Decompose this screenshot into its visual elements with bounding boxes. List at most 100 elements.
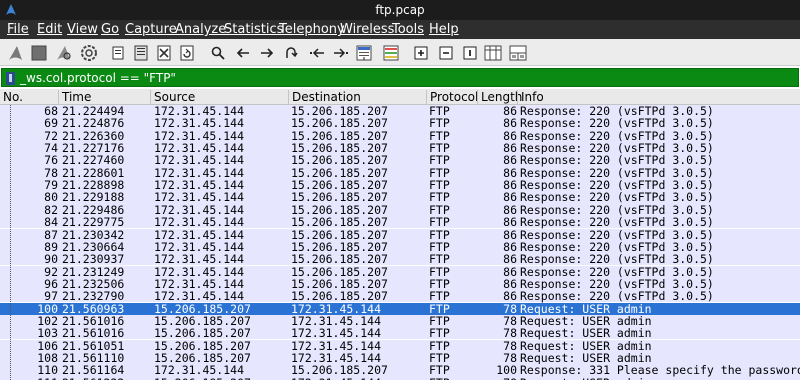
bookmark-icon[interactable] (6, 72, 15, 85)
shark-fin-restart-icon[interactable] (53, 42, 74, 63)
packet-number: 69 (44, 116, 58, 131)
column-header-no[interactable]: No. (0, 90, 58, 104)
menu-go[interactable]: Go (101, 22, 119, 37)
menu-help[interactable]: Help (429, 22, 459, 37)
autoscroll-icon[interactable] (353, 42, 374, 63)
zoom-out-icon[interactable] (435, 42, 456, 63)
table-row[interactable]: 110 21.561164 172.31.45.144 15.206.185.207 F… (0, 363, 800, 378)
display-filter-input[interactable]: _ws.col.protocol == "FTP" (1, 68, 799, 87)
packet-source: 172.31.45.144 (154, 116, 245, 131)
packet-source: 15.206.185.207 (154, 326, 251, 341)
packet-list[interactable]: 68 21.224494 172.31.45.144 15.206.185.207 FT… (0, 105, 800, 380)
table-row[interactable]: 90 21.230937 172.31.45.144 15.206.185.207 FT… (0, 252, 800, 267)
packet-destination: 15.206.185.207 (291, 178, 388, 193)
gear-options-icon[interactable] (78, 42, 99, 63)
table-row[interactable]: 96 21.232506 172.31.45.144 15.206.185.207 FT… (0, 276, 800, 291)
packet-length: 86 (503, 153, 517, 168)
last-packet-icon[interactable] (330, 42, 351, 63)
main-toolbar (0, 39, 800, 66)
table-row[interactable]: 102 21.561016 15.206.185.207 172.31.45.144 F… (0, 314, 800, 328)
packet-time: 21.231249 (62, 264, 125, 279)
packet-time: 21.229188 (62, 190, 125, 205)
packet-protocol: FTP (429, 128, 450, 143)
packet-length: 86 (503, 252, 517, 267)
menu-tools[interactable]: Tools (392, 22, 424, 37)
table-row[interactable]: 72 21.226360 172.31.45.144 15.206.185.207 FT… (0, 128, 800, 143)
jump-to-icon[interactable] (280, 42, 301, 63)
column-header-protocol[interactable]: Protocol (426, 90, 478, 104)
column-header-destination[interactable]: Destination (288, 90, 426, 104)
table-row[interactable]: 92 21.231249 172.31.45.144 15.206.185.207 FT… (0, 264, 800, 279)
packet-number: 110 (37, 363, 58, 378)
packet-source: 172.31.45.144 (154, 289, 245, 304)
table-row[interactable]: 106 21.561051 15.206.185.207 172.31.45.144 F… (0, 338, 800, 353)
table-row-selected[interactable]: 100 21.560963 15.206.185.207 172.31.45.144 F… (0, 301, 800, 316)
menu-statistics[interactable]: Statistics (224, 22, 283, 37)
display-filter-bar: _ws.col.protocol == "FTP" (0, 67, 800, 88)
table-row[interactable]: 97 21.232790 172.31.45.144 15.206.185.207 FT… (0, 289, 800, 304)
save-file-icon[interactable] (130, 42, 151, 63)
stop-square-icon[interactable] (28, 42, 49, 63)
packet-protocol: FTP (429, 289, 450, 304)
menu-file[interactable]: File (7, 22, 29, 37)
column-header-source[interactable]: Source (150, 90, 288, 104)
packet-source: 172.31.45.144 (154, 141, 245, 156)
reload-icon[interactable] (176, 42, 197, 63)
column-header-time[interactable]: Time (58, 90, 150, 104)
packet-number: 96 (44, 276, 58, 291)
packet-protocol: FTP (429, 227, 450, 242)
table-row[interactable]: 69 21.224876 172.31.45.144 15.206.185.207 FT… (0, 116, 800, 131)
packet-protocol: FTP (429, 252, 450, 267)
column-header-length[interactable]: Length (477, 90, 522, 104)
normal-size-icon[interactable] (459, 42, 480, 63)
column-header-info[interactable]: Info (517, 90, 800, 104)
menu-wireless[interactable]: Wireless (340, 22, 394, 37)
packet-source: 172.31.45.144 (154, 105, 245, 118)
packet-info: Request: USER admin (520, 338, 652, 353)
packet-info: Response: 220 (vsFTPd 3.0.5) (520, 116, 714, 131)
menu-analyze[interactable]: Analyze (175, 22, 226, 37)
first-packet-icon[interactable] (306, 42, 327, 63)
packet-length: 78 (503, 338, 517, 353)
open-file-icon[interactable] (107, 42, 128, 63)
packet-protocol: FTP (429, 202, 450, 217)
packet-length: 86 (503, 215, 517, 230)
packet-info: Response: 220 (vsFTPd 3.0.5) (520, 227, 714, 242)
menu-telephony[interactable]: Telephony (279, 22, 345, 37)
packet-length: 86 (503, 264, 517, 279)
packet-source: 15.206.185.207 (154, 351, 251, 365)
shark-fin-start-icon[interactable] (5, 42, 26, 63)
packet-protocol: FTP (429, 351, 450, 365)
layout-icon[interactable] (507, 42, 528, 63)
menu-view[interactable]: View (67, 22, 98, 37)
arrow-left-icon[interactable] (232, 42, 253, 63)
arrow-right-icon[interactable] (256, 42, 277, 63)
menu-edit[interactable]: Edit (37, 22, 62, 37)
packet-source: 172.31.45.144 (154, 190, 245, 205)
packet-number: 97 (44, 289, 58, 304)
resize-columns-icon[interactable] (482, 42, 503, 63)
zoom-in-icon[interactable] (410, 42, 431, 63)
close-file-icon[interactable] (153, 42, 174, 63)
table-row[interactable]: 87 21.230342 172.31.45.144 15.206.185.207 FT… (0, 227, 800, 242)
menu-capture[interactable]: Capture (125, 22, 177, 37)
search-icon[interactable] (207, 42, 228, 63)
packet-length: 86 (503, 227, 517, 242)
table-row[interactable]: 84 21.229775 172.31.45.144 15.206.185.207 FT… (0, 215, 800, 230)
packet-info: Response: 220 (vsFTPd 3.0.5) (520, 252, 714, 267)
packet-length: 86 (503, 116, 517, 131)
table-row[interactable]: 103 21.561016 15.206.185.207 172.31.45.144 F… (0, 326, 800, 341)
packet-time: 21.228898 (62, 178, 125, 193)
packet-info: Response: 220 (vsFTPd 3.0.5) (520, 178, 714, 193)
packet-info: Response: 220 (vsFTPd 3.0.5) (520, 141, 714, 156)
packet-destination: 15.206.185.207 (291, 363, 388, 378)
packet-destination: 172.31.45.144 (291, 301, 382, 316)
packet-time: 21.230342 (62, 227, 125, 242)
table-row[interactable]: 76 21.227460 172.31.45.144 15.206.185.207 FT… (0, 153, 800, 168)
packet-time: 21.232506 (62, 276, 125, 291)
packet-list-header: No. Time Source Destination Protocol Len… (0, 89, 800, 105)
colorize-icon[interactable] (380, 42, 401, 63)
packet-info: Response: 331 Please specify the passwor… (520, 363, 800, 378)
packet-length: 86 (503, 178, 517, 193)
table-row[interactable]: 80 21.229188 172.31.45.144 15.206.185.207 FT… (0, 190, 800, 205)
